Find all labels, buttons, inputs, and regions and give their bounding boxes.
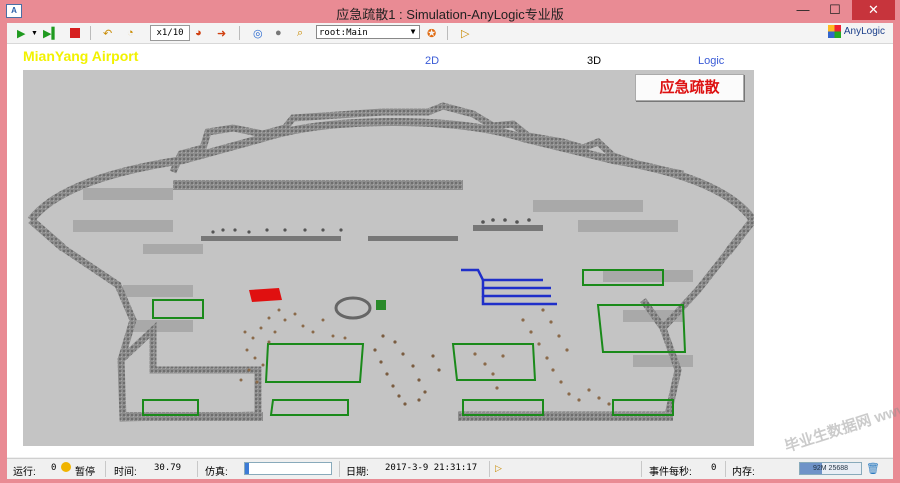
date-value: 2017-3-9 21:31:17 (385, 463, 478, 473)
sim-progress-bar: 5 % (244, 462, 332, 475)
counter-row (201, 225, 543, 241)
chevron-down-icon: ▼ (410, 27, 416, 36)
toolbar-separator (239, 26, 240, 40)
root-selector[interactable]: root:Main ▼ (316, 25, 420, 39)
run-button[interactable]: ▶ (17, 26, 25, 40)
toolbar: ▶ ▼ ▶▍ ↶ ◔ x1/10 ◕ ➜ ◎ ● ⌕ root:Main ▼ ✪… (7, 23, 893, 44)
airport-title: MianYang Airport (23, 48, 139, 64)
close-button[interactable]: ✕ (852, 0, 895, 20)
status-separator (489, 461, 490, 477)
maximize-button[interactable]: ☐ (820, 0, 850, 20)
right-diagonal-wall (660, 249, 731, 331)
status-separator (725, 461, 726, 477)
airport-3d-scene (27, 102, 754, 422)
emergency-evacuation-button[interactable]: 应急疏散 (635, 74, 744, 101)
realtime-icon[interactable]: ➜ (217, 26, 226, 40)
events-label: 事件每秒: (649, 467, 692, 478)
crowd-center (373, 334, 441, 406)
left-wing-block (123, 285, 193, 297)
green-zone (152, 299, 204, 319)
outer-oval-wall-right-end (724, 217, 754, 255)
toolbar-separator (90, 26, 91, 40)
outer-oval-wall-left-end (28, 216, 66, 252)
anylogic-brand: AnyLogic (827, 25, 885, 38)
red-marker (249, 288, 282, 302)
crowd-right (473, 308, 611, 406)
queue-lines (461, 268, 557, 306)
memory-bar: 92M 25688 (799, 462, 862, 475)
pause-label: 暂停 (75, 467, 95, 478)
right-wing-block (533, 200, 643, 212)
bottom-left-wall (117, 321, 262, 422)
green-marker (376, 300, 386, 310)
anylogic-logo-icon (827, 25, 841, 38)
play-small-icon[interactable]: ▷ (495, 463, 502, 474)
bottom-wall-segment (458, 412, 673, 421)
date-label: 日期: (346, 467, 369, 478)
status-separator (197, 461, 198, 477)
tab-logic[interactable]: Logic (698, 55, 724, 67)
right-wing-block (578, 220, 678, 232)
left-diagonal-wall (61, 245, 137, 362)
left-wing-block (73, 220, 173, 232)
3d-viewport[interactable]: 应急疏散 (23, 70, 754, 446)
inspect-icon[interactable]: ⌕ (297, 26, 303, 40)
window-title: 应急疏散1 : Simulation-AnyLogic专业版 (336, 7, 564, 22)
camera-icon[interactable]: ● (275, 26, 282, 40)
memory-label: 内存: (732, 467, 755, 478)
slower-icon[interactable]: ↶ (103, 26, 112, 40)
status-separator (105, 461, 106, 477)
status-separator (641, 461, 642, 477)
tab-3d[interactable]: 3D (587, 55, 601, 67)
memory-text: 92M 25688 (812, 465, 849, 472)
title-bar: A 应急疏散1 : Simulation-AnyLogic专业版 — ☐ ✕ (0, 0, 900, 23)
left-wing-block (83, 188, 173, 200)
brand-text: AnyLogic (843, 26, 885, 37)
left-wing-block (143, 244, 203, 254)
right-wing-block (633, 355, 693, 367)
outer-oval-wall (27, 117, 754, 223)
pause-icon (61, 462, 71, 472)
tab-2d[interactable]: 2D (425, 55, 439, 67)
sim-label: 仿真: (205, 467, 228, 478)
experiment-icon[interactable]: ▷ (461, 26, 469, 40)
locate-icon[interactable]: ✪ (427, 26, 436, 40)
status-separator (339, 461, 340, 477)
status-bar: 运行: 0 暂停 时间: 30.79 仿真: 5 % 日期: 2017-3-9 … (7, 458, 893, 479)
stop-button[interactable] (70, 28, 80, 38)
faster-icon[interactable]: ◕ (195, 26, 202, 40)
toolbar-separator (447, 26, 448, 40)
right-wing-block (603, 270, 693, 282)
step-icon[interactable]: ▶▍ (43, 26, 60, 40)
run-count: 0 (51, 463, 57, 473)
trash-icon[interactable]: 🗑 (866, 462, 880, 475)
inner-long-wall (173, 180, 463, 190)
speed-display: x1/10 (150, 25, 190, 41)
clock-icon[interactable]: ◔ (127, 26, 134, 40)
navigate-icon[interactable]: ◎ (253, 26, 263, 40)
root-selector-value: root:Main (319, 28, 368, 38)
run-options-dropdown-icon[interactable]: ▼ (31, 26, 38, 40)
presentation-canvas: MianYang Airport 2D 3D Logic 应急疏散 (7, 44, 893, 457)
minimize-button[interactable]: — (788, 0, 818, 20)
time-value: 30.79 (154, 463, 182, 473)
circular-area (334, 296, 372, 320)
green-zone (269, 399, 349, 416)
events-value: 0 (711, 463, 717, 473)
app-client-area: ▶ ▼ ▶▍ ↶ ◔ x1/10 ◕ ➜ ◎ ● ⌕ root:Main ▼ ✪… (7, 23, 893, 479)
time-label: 时间: (114, 467, 137, 478)
left-wing-block (133, 320, 193, 332)
green-zone (264, 343, 365, 383)
run-label: 运行: (13, 467, 36, 478)
sim-progress-text: 5 % (281, 465, 295, 472)
